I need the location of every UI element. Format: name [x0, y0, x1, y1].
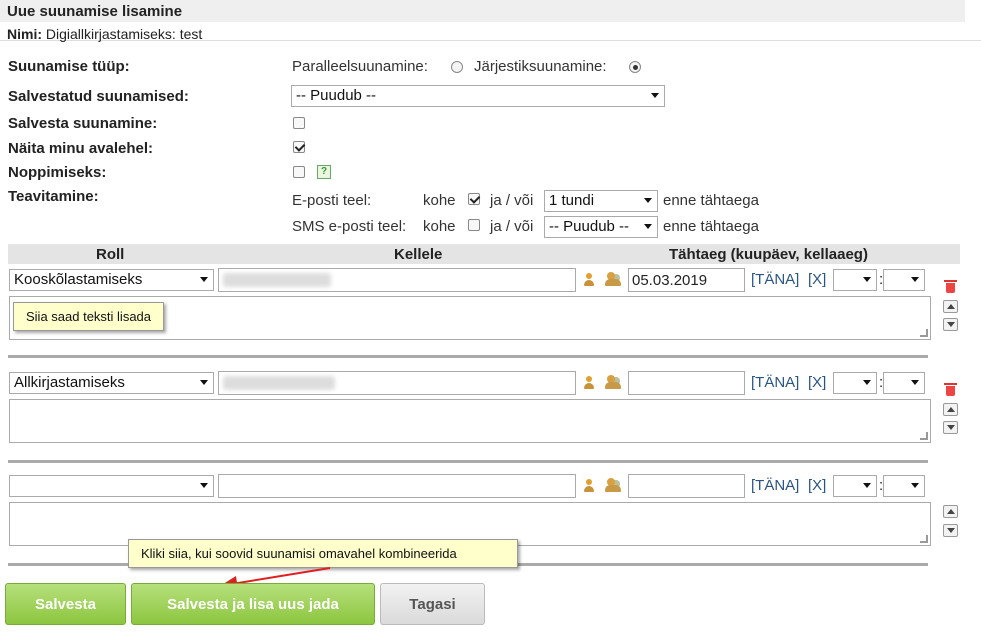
email-now-checkbox[interactable] [468, 193, 480, 205]
chevron-down-icon [200, 483, 208, 488]
chevron-down-icon [644, 198, 652, 203]
name-line: Nimi: Digiallkirjastamiseks: test [0, 26, 981, 42]
save-routing-label: Salvesta suunamine: [8, 115, 158, 132]
today-link[interactable]: [TÄNA] [751, 477, 799, 494]
table-header: Roll Kellele Tähtaeg (kuupäev, kellaaeg) [8, 244, 960, 264]
name-value: Digiallkirjastamiseks: test [45, 26, 203, 42]
chevron-down-icon [651, 93, 659, 98]
role-select[interactable] [9, 475, 214, 497]
save-routing-checkbox[interactable] [293, 117, 305, 129]
save-and-add-button[interactable]: Salvesta ja lisa uus jada [131, 583, 375, 625]
minute-select[interactable] [883, 269, 925, 291]
col-role: Roll [96, 246, 125, 263]
chevron-down-icon [200, 380, 208, 385]
help-icon[interactable]: ? [317, 165, 331, 179]
role-value: Allkirjastamiseks [14, 374, 125, 391]
sms-kohe-label: kohe [423, 218, 456, 235]
recipient-input[interactable] [218, 474, 576, 498]
chevron-down-icon [863, 380, 871, 385]
show-home-label: Näita minu avalehel: [8, 140, 154, 157]
email-and-or-label: ja / või [490, 192, 534, 209]
chevron-down-icon [644, 224, 652, 229]
redacted-name [223, 376, 335, 390]
hour-select[interactable] [833, 269, 877, 291]
email-time-value: 1 tundi [549, 192, 595, 209]
notify-label: Teavitamine: [8, 188, 99, 205]
sms-time-select[interactable]: -- Puudub -- [544, 216, 658, 238]
email-time-select[interactable]: 1 tundi [544, 190, 658, 212]
routing-type-label: Suunamise tüüp: [8, 58, 130, 75]
group-icon[interactable] [605, 271, 623, 287]
role-select[interactable]: Kooskõlastamiseks [9, 269, 214, 291]
move-up-icon[interactable] [943, 505, 958, 518]
email-notify-label: E-posti teel: [292, 192, 372, 209]
noppimiseks-checkbox[interactable] [293, 166, 305, 178]
move-down-icon[interactable] [943, 524, 958, 537]
move-up-icon[interactable] [943, 300, 958, 313]
clear-date-link[interactable]: [X] [808, 477, 826, 494]
minute-select[interactable] [883, 372, 925, 394]
page-title: Uue suunamise lisamine [0, 0, 965, 22]
col-deadline: Tähtaeg (kuupäev, kellaaeg) [669, 246, 868, 263]
chevron-down-icon [911, 380, 919, 385]
saved-routings-label: Salvestatud suunamised: [8, 88, 189, 105]
move-up-icon[interactable] [943, 403, 958, 416]
sequential-radio[interactable] [629, 61, 641, 73]
move-down-icon[interactable] [943, 318, 958, 331]
sms-now-checkbox[interactable] [468, 219, 480, 231]
parallel-label: Paralleelsuunamine: [292, 58, 428, 75]
clear-date-link[interactable]: [X] [808, 271, 826, 288]
resize-grip[interactable] [920, 329, 928, 337]
today-link[interactable]: [TÄNA] [751, 271, 799, 288]
noppimiseks-label: Noppimiseks: [8, 164, 107, 181]
chevron-down-icon [863, 483, 871, 488]
row-separator [8, 460, 928, 463]
date-input[interactable] [628, 474, 745, 498]
text-hint-tooltip: Siia saad teksti lisada [13, 302, 165, 331]
email-before-deadline: enne tähtaega [663, 192, 759, 209]
parallel-radio[interactable] [451, 61, 463, 73]
sms-before-deadline: enne tähtaega [663, 218, 759, 235]
resize-grip[interactable] [920, 535, 928, 543]
person-icon[interactable] [582, 376, 596, 390]
sms-time-value: -- Puudub -- [549, 218, 630, 235]
role-value: Kooskõlastamiseks [14, 271, 143, 288]
clear-date-link[interactable]: [X] [808, 374, 826, 391]
save-button[interactable]: Salvesta [5, 583, 126, 625]
row-separator [8, 355, 928, 358]
group-icon[interactable] [605, 374, 623, 390]
comment-textarea[interactable] [9, 399, 931, 443]
hour-select[interactable] [833, 372, 877, 394]
col-to: Kellele [394, 246, 443, 263]
hour-select[interactable] [833, 475, 877, 497]
person-icon[interactable] [582, 273, 596, 287]
recipient-input[interactable] [218, 268, 576, 292]
trash-icon[interactable] [944, 279, 957, 293]
trash-icon[interactable] [944, 382, 957, 396]
role-select[interactable]: Allkirjastamiseks [9, 372, 214, 394]
show-home-checkbox[interactable] [293, 141, 305, 153]
group-icon[interactable] [605, 477, 623, 493]
recipient-input[interactable] [218, 371, 576, 395]
sms-and-or-label: ja / või [490, 218, 534, 235]
saved-routings-value: -- Puudub -- [296, 87, 377, 104]
resize-grip[interactable] [920, 432, 928, 440]
sequential-label: Järjestiksuunamine: [474, 58, 607, 75]
date-input[interactable]: 05.03.2019 [628, 268, 745, 292]
date-input[interactable] [628, 371, 745, 395]
minute-select[interactable] [883, 475, 925, 497]
chevron-down-icon [863, 277, 871, 282]
sms-notify-label: SMS e-posti teel: [292, 218, 407, 235]
chevron-down-icon [911, 277, 919, 282]
today-link[interactable]: [TÄNA] [751, 374, 799, 391]
back-button[interactable]: Tagasi [380, 583, 485, 625]
chevron-down-icon [911, 483, 919, 488]
move-down-icon[interactable] [943, 421, 958, 434]
name-label: Nimi: [7, 26, 42, 42]
chevron-down-icon [200, 277, 208, 282]
saved-routings-select[interactable]: -- Puudub -- [291, 85, 665, 107]
email-kohe-label: kohe [423, 192, 456, 209]
redacted-name [223, 273, 331, 287]
person-icon[interactable] [582, 479, 596, 493]
